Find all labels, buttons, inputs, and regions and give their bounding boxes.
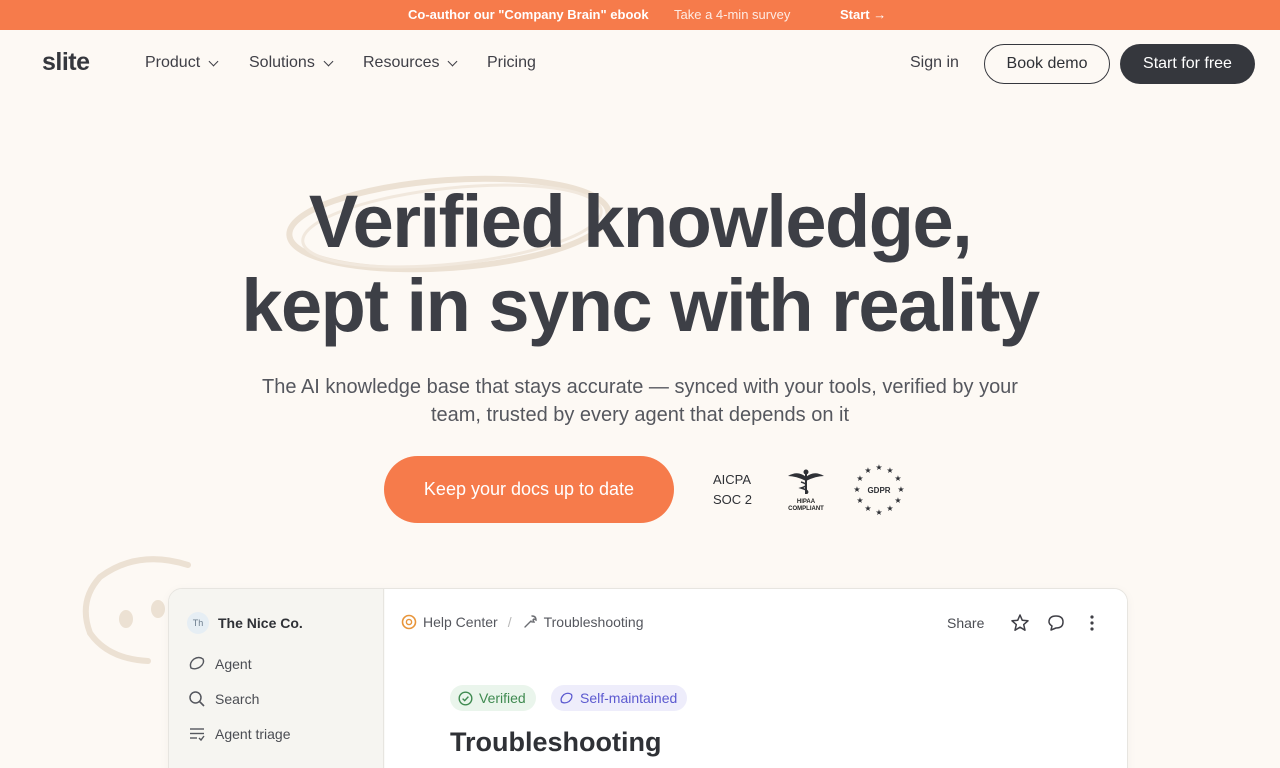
breadcrumb-troubleshooting[interactable]: Troubleshooting — [544, 614, 644, 630]
workspace-switcher[interactable]: Th The Nice Co. — [187, 612, 303, 634]
eu-stars-icon: ★ ★★ ★★★ ★★★ ★★★ GDPR — [853, 463, 904, 517]
share-button[interactable]: Share — [947, 615, 984, 631]
sidebar-item-agent[interactable]: Agent — [188, 655, 252, 673]
gdpr-badge: ★ ★ ★ ★ ★ ★ ★ ★ ★ ★ ★ ★ GDPR — [852, 463, 906, 522]
star-icon[interactable] — [1010, 613, 1030, 633]
svg-text:★: ★ — [886, 504, 893, 513]
document-title: Troubleshooting — [450, 727, 662, 757]
hero-headline-line-1: Verified knowledge, — [308, 180, 973, 263]
search-icon — [189, 691, 205, 707]
keep-docs-up-to-date-button[interactable]: Keep your docs up to date — [384, 456, 674, 523]
chevron-down-icon — [323, 56, 334, 66]
announcement-subtitle: Take a 4-min survey — [674, 7, 791, 22]
start-for-free-button[interactable]: Start for free — [1120, 44, 1255, 84]
book-demo-button[interactable]: Book demo — [984, 44, 1110, 84]
triage-icon — [190, 728, 205, 742]
nav-resources-label: Resources — [363, 54, 440, 71]
svg-text:★: ★ — [856, 496, 863, 505]
app-preview-window: Th The Nice Co. Agent Search Agent triag… — [168, 588, 1128, 768]
wrench-icon — [523, 615, 537, 628]
caduceus-icon — [788, 469, 824, 495]
announcement-title: Co-author our "Company Brain" ebook — [408, 7, 649, 22]
svg-text:★: ★ — [856, 474, 863, 483]
gdpr-label: GDPR — [867, 486, 890, 495]
svg-text:★: ★ — [853, 485, 860, 494]
svg-text:★: ★ — [897, 485, 904, 494]
workspace-name: The Nice Co. — [218, 615, 303, 631]
aicpa-label: AICPA — [713, 472, 752, 487]
svg-text:★: ★ — [875, 508, 882, 517]
nav-resources[interactable]: Resources — [363, 54, 458, 72]
nav-product-label: Product — [145, 54, 201, 71]
nav-pricing-label: Pricing — [487, 54, 536, 71]
announcement-bar[interactable]: Co-author our "Company Brain" ebook Take… — [0, 0, 1280, 30]
breadcrumb-separator: / — [507, 614, 512, 630]
breadcrumb-help-center[interactable]: Help Center — [423, 614, 498, 630]
app-sidebar: Th The Nice Co. Agent Search Agent triag… — [169, 589, 384, 768]
document-pane: Help Center / Troubleshooting Share Veri… — [385, 589, 1127, 768]
announcement-start-link[interactable]: Start → — [840, 7, 886, 22]
verified-badge[interactable]: Verified — [450, 685, 536, 711]
svg-text:★: ★ — [894, 474, 901, 483]
hipaa-badge: HIPAA COMPLIANT — [782, 468, 830, 513]
nav-solutions-label: Solutions — [249, 54, 315, 71]
hero-subtitle: The AI knowledge base that stays accurat… — [262, 376, 1018, 426]
svg-text:★: ★ — [894, 496, 901, 505]
breadcrumb: Help Center / Troubleshooting — [401, 614, 643, 630]
sidebar-item-search[interactable]: Search — [188, 690, 259, 708]
verified-label: Verified — [479, 690, 526, 706]
self-maintained-badge[interactable]: Self-maintained — [551, 685, 688, 711]
sidebar-item-label: Agent triage — [215, 726, 291, 742]
more-options-icon[interactable] — [1082, 613, 1102, 633]
nav-product[interactable]: Product — [145, 54, 219, 72]
chevron-down-icon — [448, 56, 458, 66]
agent-icon — [560, 692, 573, 704]
svg-text:★: ★ — [875, 463, 882, 472]
slite-logo[interactable]: slite — [42, 48, 90, 77]
hero-headline: Verified knowledge, kept in sync with re… — [0, 180, 1280, 348]
hipaa-compliant-label: COMPLIANT — [788, 506, 824, 512]
self-maintained-label: Self-maintained — [580, 690, 678, 706]
workspace-avatar: Th — [187, 612, 209, 634]
sidebar-item-agent-triage[interactable]: Agent triage — [188, 725, 291, 743]
hipaa-label: HIPAA — [796, 499, 816, 505]
sidebar-item-label: Agent — [215, 656, 252, 672]
nav-solutions[interactable]: Solutions — [249, 54, 334, 72]
comment-icon[interactable] — [1046, 613, 1066, 633]
soc2-label: SOC 2 — [713, 492, 753, 507]
hero-headline-line-2: kept in sync with reality — [241, 264, 1040, 347]
sidebar-item-label: Search — [215, 691, 260, 707]
aicpa-soc2-badge: AICPA SOC 2 — [713, 470, 752, 510]
svg-text:★: ★ — [864, 466, 871, 475]
svg-text:★: ★ — [886, 466, 893, 475]
lifebuoy-icon — [401, 614, 417, 630]
agent-icon — [189, 656, 205, 670]
chevron-down-icon — [208, 56, 219, 66]
sign-in-link[interactable]: Sign in — [910, 54, 959, 72]
check-circle-icon — [458, 690, 473, 706]
svg-text:★: ★ — [864, 504, 871, 513]
nav-pricing[interactable]: Pricing — [487, 54, 536, 72]
